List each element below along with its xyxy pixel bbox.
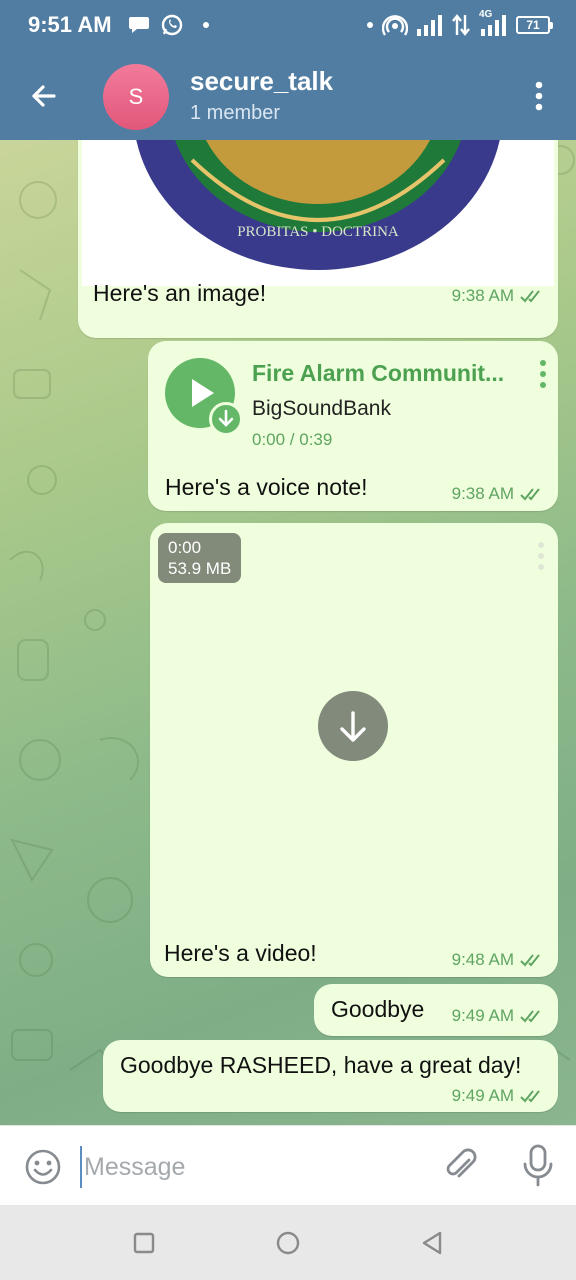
message-time: 9:38 AM	[451, 286, 514, 305]
message-meta: 9:49 AM	[452, 1086, 546, 1106]
recents-square-icon[interactable]	[130, 1229, 158, 1257]
system-nav-bar	[0, 1205, 576, 1280]
mic-icon[interactable]	[520, 1144, 556, 1188]
more-vertical-icon[interactable]	[524, 80, 554, 112]
video-info-badge: 0:00 53.9 MB	[158, 533, 242, 583]
back-arrow-icon[interactable]	[24, 76, 64, 116]
signal-icon	[417, 15, 442, 36]
audio-progress: 0:00 / 0:39	[252, 430, 333, 449]
video-message[interactable]: 0:00 53.9 MB Here's a video! 9:48 AM	[150, 523, 558, 977]
image-preview[interactable]: PROBITAS • DOCTRINA	[82, 140, 554, 286]
audio-message[interactable]: Fire Alarm Communit... BigSoundBank 0:00…	[148, 341, 558, 511]
message-time: 9:38 AM	[451, 484, 514, 503]
data-arrows-icon	[452, 14, 470, 36]
chat-area[interactable]: PROBITAS • DOCTRINA Here's an image! 9:3…	[0, 140, 576, 1125]
download-audio-button[interactable]	[209, 402, 243, 436]
download-arrow-icon	[218, 409, 234, 427]
avatar-letter: S	[128, 84, 144, 109]
status-right-icons: 4G 71	[366, 9, 553, 37]
message-text: Goodbye	[331, 996, 425, 1022]
message-meta: 9:48 AM	[452, 950, 546, 970]
audio-title: Fire Alarm Communit...	[252, 360, 505, 386]
whatsapp-icon	[161, 14, 183, 36]
double-check-icon	[520, 954, 540, 967]
more-vertical-icon[interactable]	[536, 541, 546, 571]
dot-icon	[203, 22, 209, 28]
chat-title[interactable]: secure_talk	[190, 66, 333, 97]
download-video-button[interactable]	[318, 691, 388, 761]
home-circle-icon[interactable]	[274, 1229, 302, 1257]
message-input-bar	[0, 1125, 576, 1205]
chat-bubble-icon	[129, 17, 149, 33]
double-check-icon	[520, 1010, 540, 1023]
text-message[interactable]: Goodbye 9:49 AM	[314, 984, 558, 1036]
audio-artist: BigSoundBank	[252, 397, 391, 420]
4g-signal-icon: 4G	[478, 9, 508, 37]
avatar[interactable]: S	[103, 64, 169, 130]
status-bar: 9:51 AM 4G 71	[0, 0, 576, 52]
message-meta: 9:38 AM	[452, 484, 546, 504]
emoji-icon[interactable]	[24, 1148, 62, 1186]
emblem-text: PROBITAS • DOCTRINA	[237, 224, 399, 240]
battery-icon: 71	[516, 16, 553, 34]
emblem-image: PROBITAS • DOCTRINA	[82, 140, 554, 286]
status-time: 9:51 AM	[28, 12, 112, 37]
download-arrow-icon	[340, 711, 366, 742]
chat-header: S secure_talk 1 member	[0, 52, 576, 140]
dot-icon	[367, 22, 373, 28]
message-time: 9:49 AM	[451, 1086, 514, 1105]
video-duration: 0:00	[168, 538, 202, 557]
more-vertical-icon[interactable]	[538, 359, 548, 389]
chat-subtitle: 1 member	[190, 102, 281, 124]
image-message[interactable]: PROBITAS • DOCTRINA Here's an image! 9:3…	[78, 140, 558, 338]
text-message[interactable]: Goodbye RASHEED, have a great day! 9:49 …	[103, 1040, 558, 1112]
video-caption: Here's a video!	[164, 940, 317, 966]
message-input[interactable]	[80, 1146, 426, 1188]
audio-caption: Here's a voice note!	[165, 474, 368, 500]
double-check-icon	[520, 290, 540, 303]
back-triangle-icon[interactable]	[418, 1229, 446, 1257]
message-time: 9:49 AM	[451, 1006, 514, 1025]
message-meta: 9:49 AM	[452, 1006, 546, 1026]
hotspot-icon	[382, 15, 408, 36]
message-meta: 9:38 AM	[452, 286, 546, 306]
battery-level: 71	[526, 18, 540, 32]
message-text: Goodbye RASHEED, have a great day!	[120, 1052, 522, 1078]
video-size: 53.9 MB	[168, 559, 232, 578]
double-check-icon	[520, 1090, 540, 1103]
double-check-icon	[520, 488, 540, 501]
attach-icon[interactable]	[441, 1146, 481, 1186]
message-time: 9:48 AM	[451, 950, 514, 969]
image-caption: Here's an image!	[93, 280, 267, 306]
